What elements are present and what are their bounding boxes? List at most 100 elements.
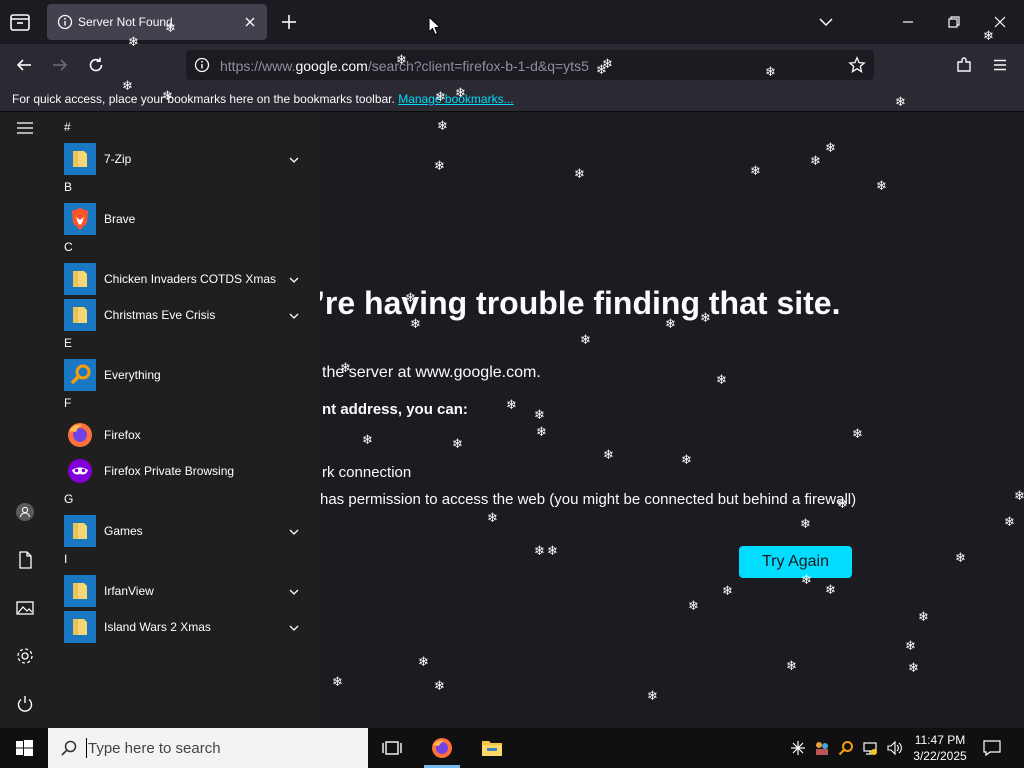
- firefox-view-icon[interactable]: [8, 10, 32, 34]
- firefox-icon: [64, 419, 96, 451]
- file-explorer-icon[interactable]: [480, 736, 504, 760]
- volume-tray-icon[interactable]: [886, 740, 902, 756]
- snowflake-tray-icon[interactable]: [790, 740, 806, 756]
- app-item[interactable]: Chicken Invaders COTDS Xmas: [64, 262, 314, 296]
- network-tray-icon[interactable]: [862, 740, 878, 756]
- app-item[interactable]: Christmas Eve Crisis: [64, 298, 314, 332]
- app-label: Island Wars 2 Xmas: [104, 620, 211, 634]
- suggestion-item: has permission to access the web (you mi…: [320, 491, 857, 508]
- mouse-cursor-icon: [428, 16, 442, 36]
- chevron-down-icon[interactable]: [288, 621, 300, 633]
- app-label: Chicken Invaders COTDS Xmas: [104, 272, 277, 286]
- tab-server-not-found[interactable]: Server Not Found: [47, 4, 267, 40]
- url-text[interactable]: https://www.google.com/search?client=fir…: [220, 58, 589, 74]
- brave-icon: [64, 203, 96, 235]
- app-item[interactable]: 7-Zip: [64, 142, 314, 176]
- settings-gear-icon[interactable]: [15, 646, 35, 666]
- power-icon[interactable]: [15, 694, 35, 714]
- bookmark-star-icon[interactable]: [848, 56, 866, 74]
- chevron-down-icon[interactable]: [288, 309, 300, 321]
- hamburger-menu-icon[interactable]: [991, 56, 1009, 74]
- app-label: Christmas Eve Crisis: [104, 308, 216, 322]
- error-title: ’re having trouble finding that site.: [316, 285, 841, 321]
- app-group-letter[interactable]: G: [64, 492, 73, 506]
- app-label: Brave: [104, 212, 136, 226]
- browser-tab-bar: Server Not Found: [0, 0, 1024, 44]
- clock-time: 11:47 PM: [914, 733, 966, 747]
- app-group-letter[interactable]: I: [64, 552, 67, 566]
- chevron-down-icon[interactable]: [288, 525, 300, 537]
- reload-icon[interactable]: [87, 56, 105, 74]
- taskbar: Type here to search 11:47 PM 3/22/2025: [0, 728, 1024, 768]
- list-all-tabs-icon[interactable]: [818, 14, 834, 30]
- app-label: Games: [104, 524, 143, 538]
- back-arrow-icon[interactable]: [15, 56, 33, 74]
- folder-icon: [64, 611, 96, 643]
- notification-center-icon[interactable]: [982, 738, 1002, 758]
- app-item[interactable]: IrfanView: [64, 574, 314, 608]
- desktop-screen: Server Not Found https://www.google.com/…: [0, 0, 1024, 768]
- app-list: #7-Zip B Brave C Chicken Invaders COTDS Xmas…: [50, 112, 320, 728]
- info-icon: [57, 14, 73, 30]
- app-label: Everything: [104, 368, 161, 382]
- suggestion-item: rk connection: [322, 464, 412, 481]
- firefox-taskbar-icon[interactable]: [430, 736, 454, 760]
- search-placeholder: Type here to search: [88, 740, 221, 757]
- app-group-letter[interactable]: F: [64, 396, 71, 410]
- search-tray-icon[interactable]: [838, 740, 854, 756]
- documents-icon[interactable]: [15, 550, 35, 570]
- restore-icon[interactable]: [944, 12, 964, 32]
- folder-icon: [64, 143, 96, 175]
- app-label: 7-Zip: [104, 152, 132, 166]
- new-tab-icon[interactable]: [280, 13, 298, 31]
- manage-bookmarks-link[interactable]: Manage bookmarks...: [398, 92, 513, 106]
- taskbar-clock[interactable]: 11:47 PM 3/22/2025: [908, 732, 972, 764]
- close-tab-icon[interactable]: [243, 15, 257, 29]
- start-menu-rail: [0, 112, 50, 728]
- bookmarks-toolbar: For quick access, place your bookmarks h…: [0, 86, 1024, 112]
- error-description: the server at www.google.com.: [322, 364, 541, 381]
- site-info-icon[interactable]: [194, 57, 210, 73]
- forward-arrow-icon[interactable]: [51, 56, 69, 74]
- magnifier-icon: [64, 359, 96, 391]
- app-group-letter[interactable]: E: [64, 336, 72, 350]
- folder-icon: [64, 515, 96, 547]
- task-view-icon[interactable]: [380, 736, 404, 760]
- close-window-icon[interactable]: [990, 12, 1010, 32]
- minimize-icon[interactable]: [898, 12, 918, 32]
- windows-start-icon[interactable]: [0, 728, 48, 768]
- people-tray-icon[interactable]: [814, 740, 830, 756]
- app-group-letter[interactable]: C: [64, 240, 73, 254]
- clock-date: 3/22/2025: [913, 749, 967, 763]
- extensions-icon[interactable]: [955, 56, 973, 74]
- taskbar-search-box[interactable]: Type here to search: [48, 728, 368, 768]
- pictures-icon[interactable]: [15, 598, 35, 618]
- app-item[interactable]: Brave: [64, 202, 314, 236]
- firefox-private-icon: [64, 455, 96, 487]
- navigation-toolbar: https://www.google.com/search?client=fir…: [0, 44, 1024, 86]
- app-item[interactable]: Everything: [64, 358, 314, 392]
- app-group-letter[interactable]: B: [64, 180, 72, 194]
- search-icon: [61, 740, 77, 756]
- bookmarks-hint-text: For quick access, place your bookmarks h…: [12, 92, 395, 106]
- url-path: /search?client=firefox-b-1-d&q=yts5: [367, 58, 589, 74]
- start-menu: #7-Zip B Brave C Chicken Invaders COTDS Xmas…: [0, 112, 320, 728]
- chevron-down-icon[interactable]: [288, 153, 300, 165]
- user-account-icon[interactable]: [15, 502, 35, 522]
- app-item[interactable]: Games: [64, 514, 314, 548]
- folder-icon: [64, 263, 96, 295]
- tab-title: Server Not Found: [78, 15, 173, 29]
- try-again-button[interactable]: Try Again: [739, 546, 852, 578]
- address-bar[interactable]: https://www.google.com/search?client=fir…: [186, 50, 874, 80]
- chevron-down-icon[interactable]: [288, 273, 300, 285]
- folder-icon: [64, 299, 96, 331]
- hamburger-icon[interactable]: [15, 118, 35, 138]
- text-caret: [86, 738, 87, 758]
- app-item[interactable]: Island Wars 2 Xmas: [64, 610, 314, 644]
- app-group-letter[interactable]: #: [64, 120, 71, 134]
- chevron-down-icon[interactable]: [288, 585, 300, 597]
- bookmarks-hint: For quick access, place your bookmarks h…: [12, 92, 514, 106]
- app-item[interactable]: Firefox: [64, 418, 314, 452]
- app-label: Firefox: [104, 428, 141, 442]
- app-item[interactable]: Firefox Private Browsing: [64, 454, 314, 488]
